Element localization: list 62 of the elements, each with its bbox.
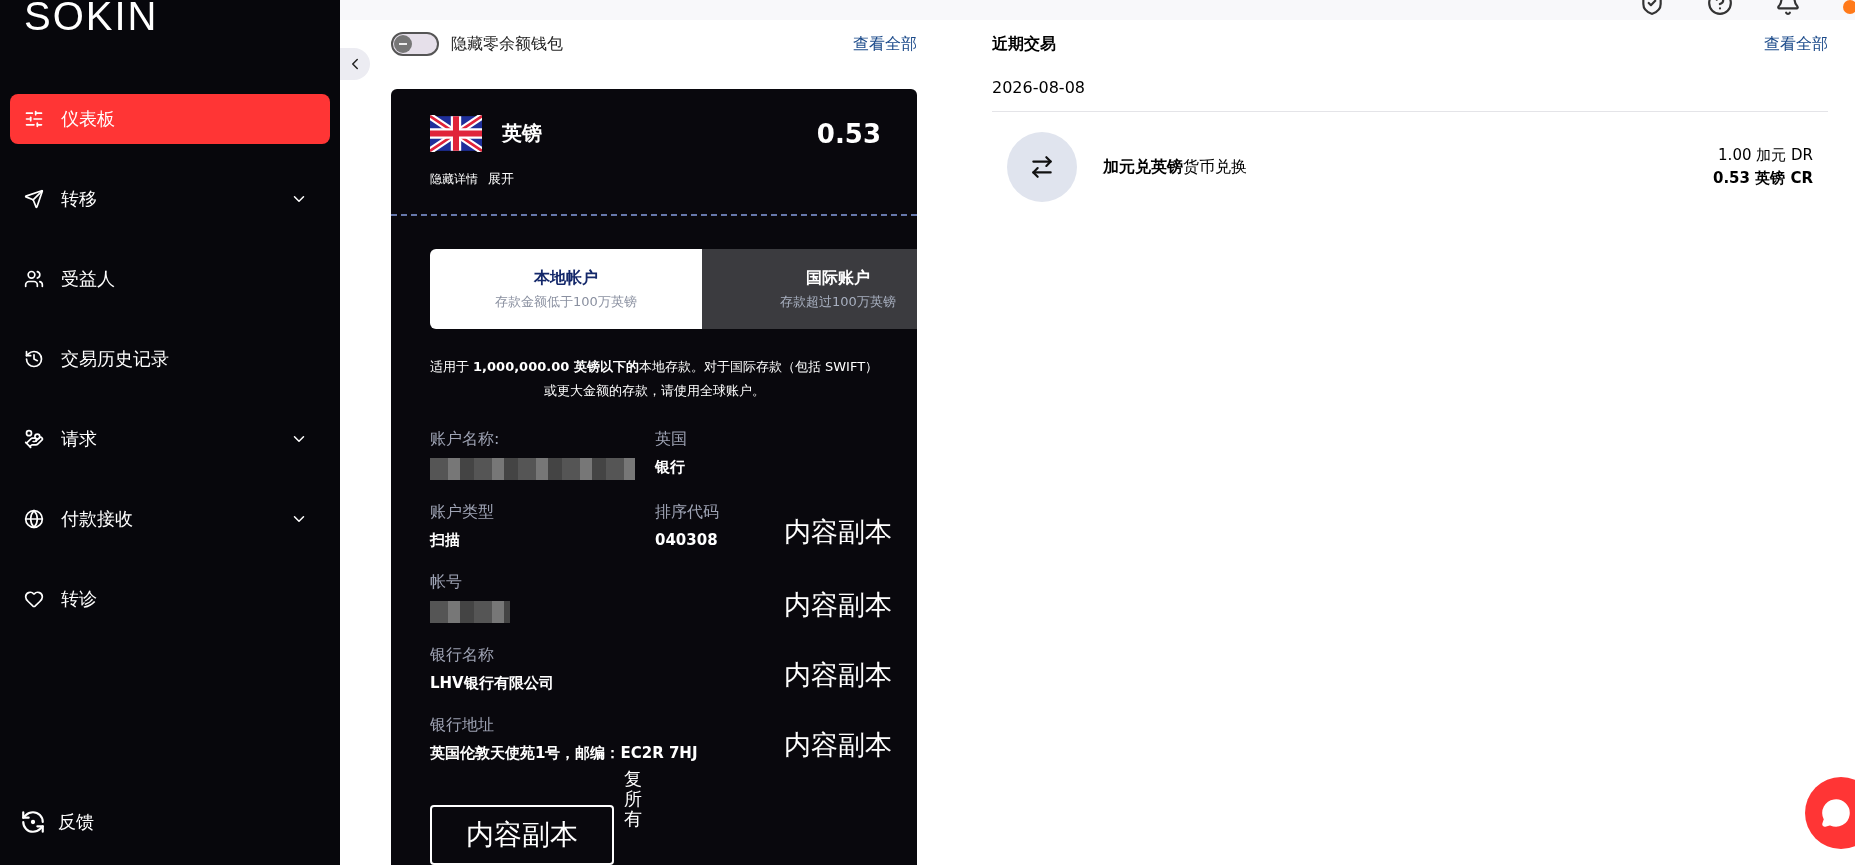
nav-item[interactable]: 请求 [10, 414, 330, 464]
field-value: 040308 [655, 531, 718, 549]
notice-text: 适用于 1,000,000.00 英镑以下的本地存款。对于国际存款（包括 SWIFT）或更大金额的存款，请使用全球账户。 [428, 358, 880, 400]
copy-link[interactable]: 内容副本 [784, 727, 892, 763]
section-title: 近期交易 [992, 33, 1056, 55]
nav-item[interactable]: 仪表板 [10, 94, 330, 144]
field-label: 排序代码 [655, 502, 719, 523]
nav-label: 仪表板 [61, 107, 116, 131]
feedback-icon[interactable] [20, 809, 46, 835]
copy-link[interactable]: 内容副本 [784, 514, 892, 550]
copy-link[interactable]: 内容副本 [784, 657, 892, 693]
transaction-title: 加元兑英镑货币兑换 [1103, 156, 1248, 178]
heart-icon [24, 589, 44, 609]
nav-item[interactable]: 付款接收 [10, 494, 330, 544]
view-all-link[interactable]: 查看全部 [853, 33, 917, 55]
paper-plane-icon [24, 189, 44, 209]
nav-item[interactable]: 受益人 [10, 254, 330, 304]
copy-button[interactable]: 内容副本 [430, 805, 614, 865]
field-label: 银行地址 [430, 715, 494, 736]
field-value: LHV银行有限公司 [430, 674, 554, 693]
vertical-text: 复所有 [624, 769, 642, 829]
globe-icon [24, 509, 44, 529]
people-icon [24, 269, 44, 289]
toggle-label: 隐藏零余额钱包 [451, 33, 563, 55]
view-all-link[interactable]: 查看全部 [1764, 33, 1828, 55]
nav-label: 转移 [61, 187, 98, 211]
feedback-link[interactable]: 反馈 [58, 810, 94, 834]
toggle-switch[interactable] [391, 32, 439, 56]
credit-amount: 0.53 英镑 CR [1713, 169, 1813, 188]
union-jack-flag-icon [430, 115, 482, 152]
nav-item[interactable]: 交易历史记录 [10, 334, 330, 384]
clock-history-icon [24, 349, 44, 369]
field-value: 扫描 [430, 531, 460, 550]
transaction-date: 2026-08-08 [992, 78, 1828, 112]
debit-amount: 1.00 加元 DR [1718, 146, 1813, 165]
field-label: 账户名称: [430, 429, 500, 450]
expand-link[interactable]: 展开 [488, 170, 514, 188]
account-tab[interactable]: 本地帐户 存款金额低于100万英镑 [430, 249, 702, 329]
hide-details-link[interactable]: 隐藏详情 [430, 170, 478, 188]
collapse-button[interactable] [340, 48, 370, 80]
field-label: 英国 [655, 429, 687, 450]
sliders-icon [24, 109, 44, 129]
chat-bubble-icon [1821, 798, 1851, 828]
field-label: 账户类型 [430, 502, 494, 523]
copy-link[interactable]: 内容副本 [784, 587, 892, 623]
hand-icon [24, 429, 44, 449]
nav-label: 请求 [61, 427, 98, 451]
nav-label: 付款接收 [61, 507, 134, 531]
nav-item[interactable]: 转诊 [10, 574, 330, 624]
field-label: 银行名称 [430, 645, 494, 666]
avatar-dot[interactable] [1843, 0, 1855, 14]
nav-item[interactable]: 转移 [10, 174, 330, 224]
nav-label: 转诊 [61, 587, 98, 611]
balance-amount: 0.53 [816, 118, 881, 149]
field-value: 英国伦敦天使苑1号，邮编：EC2R 7HJ [430, 744, 698, 763]
nav-label: 交易历史记录 [61, 347, 170, 371]
field-value: 银行 [655, 458, 685, 477]
nav-label: 受益人 [61, 267, 116, 291]
currency-name: 英镑 [502, 120, 543, 147]
logo: SOKIN [24, 0, 159, 38]
account-tab[interactable]: 国际账户 存款超过100万英镑 [702, 249, 917, 329]
field-label: 帐号 [430, 572, 462, 593]
